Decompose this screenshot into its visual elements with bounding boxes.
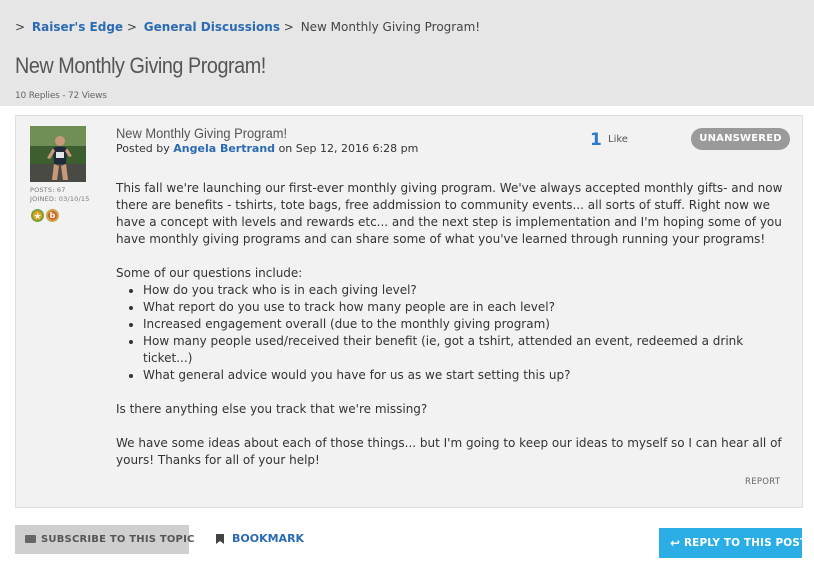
thread-header: > Raiser's Edge > General Discussions > … [0,0,814,106]
report-link[interactable]: REPORT [745,477,780,487]
user-posts-count: POSTS: 67 [30,186,66,194]
page-title: New Monthly Giving Program! [15,53,266,78]
avatar-image [30,126,86,182]
user-stats: POSTS: 67 JOINED: 03/10/15 [30,186,90,204]
avatar[interactable] [30,126,86,182]
post-paragraph: This fall we're launching our first-ever… [116,181,783,246]
b-badge-icon[interactable]: b [46,209,59,222]
posted-by-prefix: Posted by [116,142,170,155]
envelope-icon [25,535,36,543]
list-item: What general advice would you have for u… [143,367,796,384]
post-body: This fall we're launching our first-ever… [116,180,796,469]
list-item: Increased engagement overall (due to the… [143,316,796,333]
user-joined-date: JOINED: 03/10/15 [30,195,90,203]
post-title: New Monthly Giving Program! [116,125,288,141]
list-item: What report do you use to track how many… [143,299,796,316]
bookmark-label: BOOKMARK [232,532,305,545]
reply-label: REPLY TO THIS POST [684,537,808,549]
status-badge: UNANSWERED [691,128,790,150]
breadcrumb-current: New Monthly Giving Program! [300,20,481,34]
reply-button[interactable]: ↩ REPLY TO THIS POST [659,528,807,558]
subscribe-button[interactable]: SUBSCRIBE TO THIS TOPIC [15,525,194,554]
post-paragraph: Some of our questions include: [116,266,303,280]
star-badge-icon[interactable]: ★ [31,209,44,222]
post: POSTS: 67 JOINED: 03/10/15 ★ b New Monthl… [15,115,803,508]
reply-icon: ↩ [670,536,681,550]
breadcrumb-separator: > [283,20,294,34]
list-item: How do you track who is in each giving l… [143,282,796,299]
breadcrumb-link-raisers-edge[interactable]: Raiser's Edge [32,20,123,34]
posted-by: Posted by Angela Bertrand on Sep 12, 201… [116,142,418,155]
post-paragraph: Is there anything else you track that we… [116,402,428,416]
author-link[interactable]: Angela Bertrand [173,142,275,155]
breadcrumb: > Raiser's Edge > General Discussions > … [15,20,480,34]
question-list: How do you track who is in each giving l… [116,282,796,384]
bookmark-icon [216,534,224,544]
user-badges: ★ b [31,209,61,225]
breadcrumb-separator: > [15,20,26,34]
like-button[interactable]: Like [608,134,628,145]
post-paragraph: We have some ideas about each of those t… [116,436,782,467]
breadcrumb-separator: > [126,20,137,34]
list-item: How many people used/received their bene… [143,333,796,367]
like-count: 1 [590,130,602,150]
subscribe-label: SUBSCRIBE TO THIS TOPIC [41,534,195,545]
bookmark-button[interactable]: BOOKMARK [215,532,304,545]
post-date: on Sep 12, 2016 6:28 pm [278,142,419,155]
breadcrumb-link-general-discussions[interactable]: General Discussions [144,20,280,34]
thread-meta: 10 Replies - 72 Views [15,91,107,101]
